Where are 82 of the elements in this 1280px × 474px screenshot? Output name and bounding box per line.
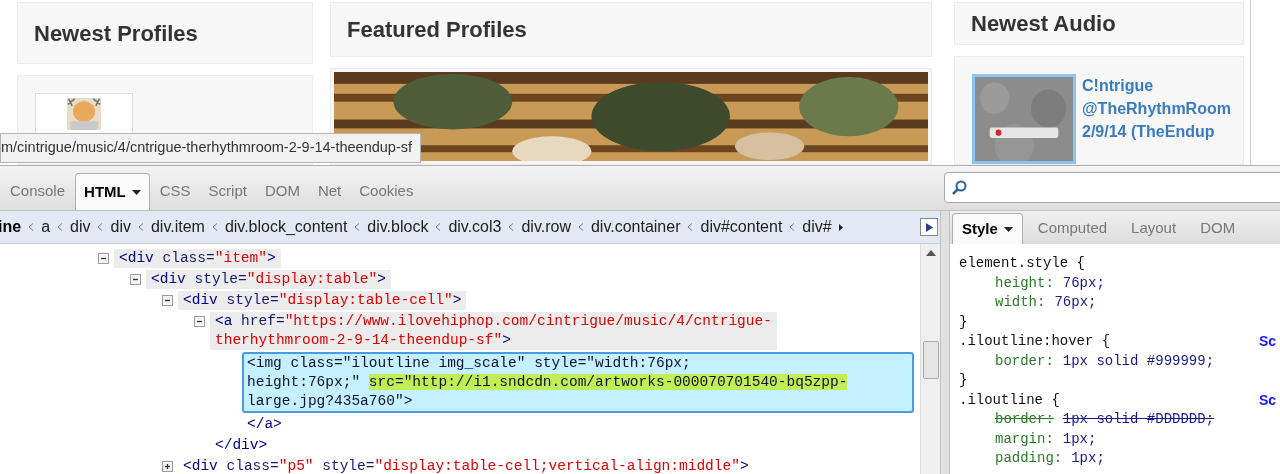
breadcrumb[interactable]: div.block_content [224,215,348,239]
expand-icon[interactable] [162,461,173,472]
search-field[interactable] [944,172,1280,203]
devtools-tab[interactable]: DOM [256,173,308,210]
collapse-icon[interactable] [98,253,109,264]
breadcrumb[interactable]: div.row [521,215,571,239]
audio-link[interactable]: C!ntrigue [1082,74,1231,97]
link-tooltip: m/cintrigue/music/4/cntrigue-therhythmroom-2-9-14-theendup-sf [0,133,421,163]
breadcrumb[interactable]: div [70,215,91,239]
side-tab[interactable]: Style [952,213,1023,244]
side-tab[interactable]: DOM [1191,213,1245,244]
css-value: 1px solid #999999; [1062,352,1215,369]
tree-node[interactable]: <div class="p5" style="display:table-cell;vertical-align:middle"> [178,457,754,474]
css-selector: .iloutline:hover { [959,332,1111,351]
breadcrumb[interactable]: div.item [150,215,205,239]
chevron-icon [211,223,218,231]
css-value: 1px; [1071,450,1105,466]
css-value: 1px; [1062,430,1097,447]
collapse-icon[interactable] [194,316,205,327]
tree-node[interactable]: <a href="https://www.ilovehiphop.com/cintrigue/music/4/cntrigue- therhythmroom-2-9-14-theendup-sf"> [210,312,777,350]
css-property: border: [995,411,1054,427]
css-property: margin: [995,430,1054,447]
devtools-tab[interactable]: Script [200,173,255,210]
caret-icon [1003,226,1013,232]
rule-brace: } [959,371,969,390]
side-tab[interactable]: Computed [1028,213,1117,244]
chevron-icon [435,223,442,231]
section-title: Featured Profiles [347,15,527,44]
breadcrumb[interactable]: div#content [700,215,783,239]
css-property: width: [995,294,1046,310]
devtools-tab[interactable]: CSS [151,173,199,210]
side-tab[interactable]: Layout [1122,213,1186,244]
breadcrumb[interactable]: div.col3 [448,215,502,239]
tree-node[interactable]: <div style="display:table-cell"> [178,291,467,310]
audio-link[interactable]: @TheRhythmRoom [1082,97,1231,120]
breadcrumb[interactable]: div# [802,215,832,239]
chevron-icon [137,223,144,231]
css-property: border: [995,352,1054,369]
scroll-up-icon[interactable] [926,250,936,256]
chevron-icon [354,223,361,231]
chevron-icon [789,223,796,231]
tree-node[interactable]: </a> [242,415,287,434]
section-title: Newest Profiles [34,19,198,48]
source-link[interactable]: Sc [1258,390,1276,410]
breadcrumb[interactable]: div [110,215,131,239]
source-link[interactable]: Sc [1258,332,1276,352]
chevron-icon [508,223,515,231]
search-icon [951,179,967,196]
chevron-icon [687,223,694,231]
css-value: 76px; [1062,274,1105,291]
section-title: Newest Audio [971,10,1116,38]
breadcrumb[interactable]: a [41,215,51,239]
css-selector: .iloutline { [959,390,1060,410]
devtools-tab[interactable]: Cookies [351,173,422,210]
collapse-icon[interactable] [130,274,141,285]
tree-node[interactable]: </div> [210,436,273,455]
play-icon [925,222,933,232]
css-property: height: [995,274,1054,291]
css-value: 1px solid #DDDDDD; [1062,411,1215,427]
devtools-tab[interactable]: HTML [75,173,150,210]
chevron-icon [28,223,35,231]
truncation-icon [838,223,843,231]
caret-icon [131,189,141,195]
scrollbar[interactable] [920,244,940,474]
tree-node[interactable]: <div style="display:table"> [146,270,391,289]
css-selector: element.style { [959,254,1086,273]
breadcrumb[interactable]: div.container [590,215,681,239]
selected-node[interactable]: <img class="iloutline img_scale" style="width:76px; height:76px;" src="http://i1.sndcdn.com/artworks-000070701540-bq5zpp- large.jpg?435a760"> [242,352,914,413]
devtools-tab[interactable]: Console [2,173,74,210]
devtools-tab[interactable]: Net [309,173,350,210]
chevron-icon [57,223,64,231]
collapse-icon[interactable] [162,295,173,306]
chevron-icon [97,223,104,231]
chevron-icon [577,223,584,231]
css-value: 76px; [1054,294,1097,310]
scroll-right-button[interactable] [920,218,938,236]
rule-brace: } [959,312,969,332]
breadcrumb[interactable]: div.block [367,215,429,239]
audio-link[interactable]: 2/9/14 (TheEndup [1082,120,1231,143]
css-property: padding: [995,450,1063,466]
tree-node[interactable]: <div class="item"> [114,249,281,268]
scroll-thumb[interactable] [923,341,939,379]
